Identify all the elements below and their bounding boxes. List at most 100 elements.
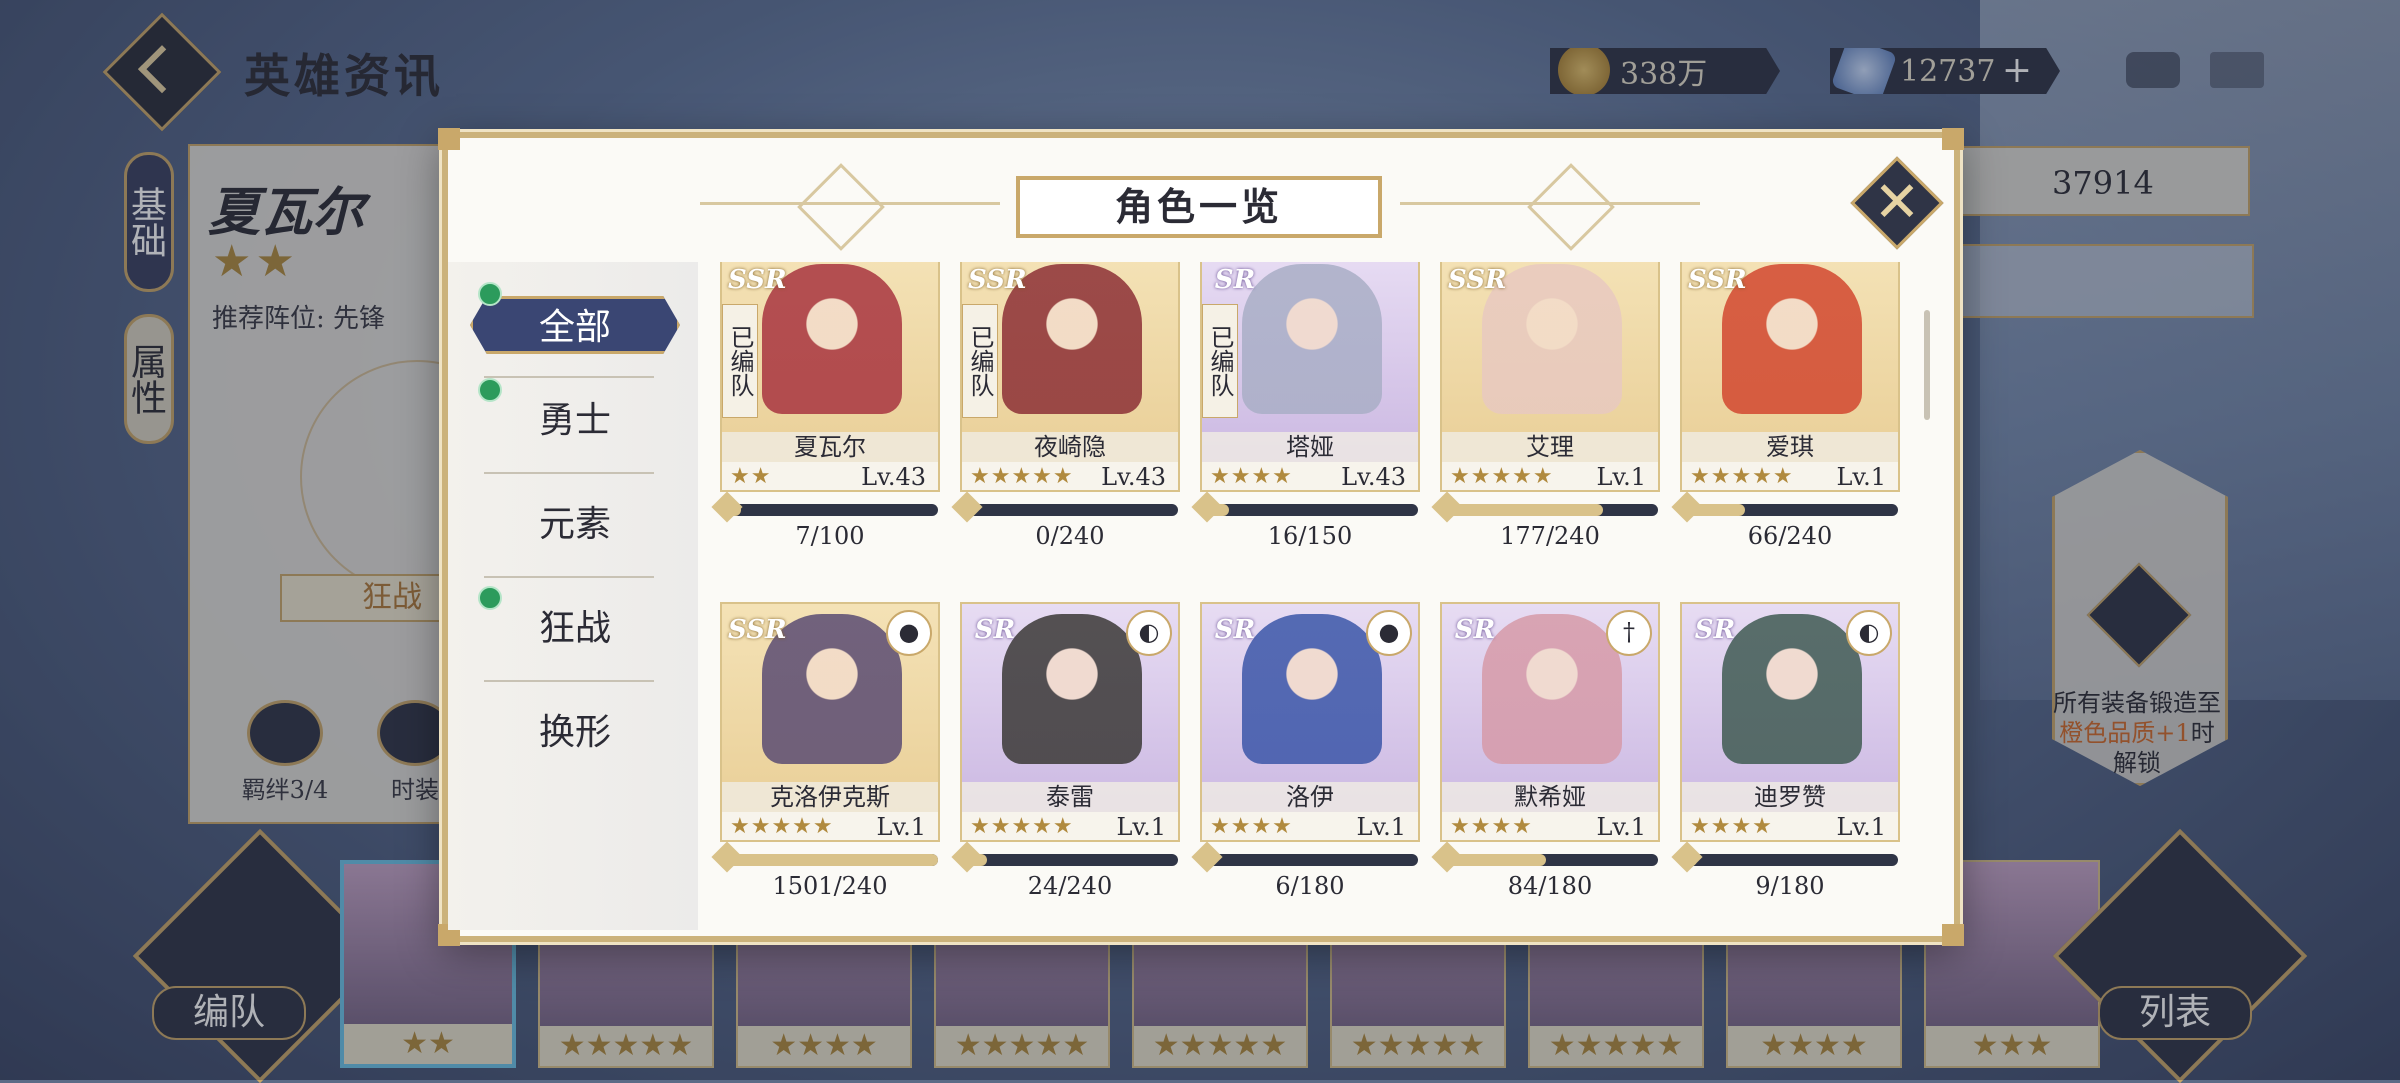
shard-progress-text: 1501/240 [772, 872, 888, 900]
assigned-badge: 已编队 [722, 304, 758, 418]
character-card[interactable]: SR ◐ 泰雷 ★★★★★ Lv.1 [960, 602, 1180, 842]
character-name: 默希娅 [1442, 782, 1658, 812]
shard-progress-text: 9/180 [1755, 872, 1825, 900]
character-portrait [1722, 614, 1862, 764]
character-portrait [1482, 614, 1622, 764]
assigned-badge: 已编队 [962, 304, 998, 418]
new-indicator-dot [478, 586, 502, 610]
shard-icon [1191, 841, 1223, 873]
shard-icon [1431, 491, 1463, 523]
element-icon: ● [1366, 610, 1412, 656]
rarity-badge: SSR [1688, 265, 1747, 295]
character-level: Lv.43 [861, 463, 926, 491]
character-grid: SSR 已编队 夏瓦尔 ★★ Lv.43 7/100 SSR 已编队 夜崎隐 ★★★★★ Lv.43… [708, 262, 1918, 930]
shard-icon [711, 491, 743, 523]
character-stars: ★★★★★ [970, 814, 1074, 839]
element-icon: † [1606, 610, 1652, 656]
character-card[interactable]: SR 已编队塔娅 ★★★★ Lv.43 [1200, 262, 1420, 492]
character-stars: ★★★★★ [970, 464, 1074, 489]
character-level: Lv.1 [1596, 463, 1646, 491]
rarity-badge: SR [1694, 615, 1736, 645]
character-stars: ★★★★ [1210, 814, 1293, 839]
character-info: ★★★★★ Lv.43 [962, 462, 1178, 491]
close-icon: ✕ [1873, 170, 1921, 235]
element-icon: ◐ [1126, 610, 1172, 656]
character-name: 艾理 [1442, 432, 1658, 462]
character-level: Lv.1 [1596, 813, 1646, 841]
character-card[interactable]: SSR 已编队 夜崎隐 ★★★★★ Lv.43 [960, 262, 1180, 492]
shard-progress-text: 66/240 [1747, 522, 1833, 550]
character-stars: ★★★★ [1450, 814, 1533, 839]
character-name: 爱琪 [1682, 432, 1898, 462]
character-card[interactable]: SSR 爱琪 ★★★★★ Lv.1 [1680, 262, 1900, 492]
filter-all[interactable]: 全部 [470, 296, 680, 354]
filter-item[interactable]: 元素 [470, 496, 680, 554]
element-icon: ● [886, 610, 932, 656]
rarity-badge: SSR [1448, 265, 1507, 295]
character-card[interactable]: SSR 艾理 ★★★★★ Lv.1 [1440, 262, 1660, 492]
filter-divider [484, 680, 654, 682]
shard-icon [1671, 491, 1703, 523]
character-info: ★★★★★ Lv.1 [1682, 462, 1898, 491]
character-card[interactable]: SSR ● 克洛伊克斯 ★★★★★ Lv.1 [720, 602, 940, 842]
shard-progress-bar [951, 491, 1178, 523]
shard-progress-bar [951, 841, 1178, 873]
shard-progress-text: 7/100 [795, 522, 865, 550]
corner-ornament [438, 128, 460, 150]
character-card[interactable]: SR † 默希娅 ★★★★ Lv.1 [1440, 602, 1660, 842]
character-info: ★★★★ Lv.1 [1442, 812, 1658, 841]
shard-progress-fill [726, 854, 938, 866]
filter-divider [484, 376, 654, 378]
rarity-badge: SR [1454, 615, 1496, 645]
character-card[interactable]: SR ● 洛伊 ★★★★ Lv.1 [1200, 602, 1420, 842]
filter-item[interactable]: 换形 [470, 704, 680, 762]
filter-divider [484, 472, 654, 474]
character-info: ★★★★ Lv.43 [1202, 462, 1418, 491]
character-level: Lv.1 [1836, 463, 1886, 491]
character-stars: ★★★★ [1690, 814, 1773, 839]
character-name: 克洛伊克斯 [722, 782, 938, 812]
rarity-badge: SR [1214, 265, 1256, 295]
character-stars: ★★★★★ [1690, 464, 1794, 489]
character-level: Lv.1 [1116, 813, 1166, 841]
character-name: 塔娅 [1202, 432, 1418, 462]
shard-progress-bar [1671, 841, 1898, 873]
filter-item[interactable]: 狂战 [470, 600, 680, 658]
rarity-badge: SSR [728, 615, 787, 645]
shard-progress-bar [1431, 841, 1658, 873]
rarity-badge: SSR [728, 265, 787, 295]
character-portrait [1242, 614, 1382, 764]
character-card[interactable]: SSR 已编队 夏瓦尔 ★★ Lv.43 [720, 262, 940, 492]
character-level: Lv.1 [876, 813, 926, 841]
character-portrait [1002, 614, 1142, 764]
shard-progress-text: 16/150 [1267, 522, 1353, 550]
shard-progress-text: 24/240 [1027, 872, 1113, 900]
modal-title: 角色一览 [1016, 176, 1382, 238]
corner-ornament [1942, 924, 1964, 946]
filter-item[interactable]: 勇士 [470, 392, 680, 450]
shard-progress-bar [711, 491, 938, 523]
shard-progress-text: 177/240 [1500, 522, 1600, 550]
assigned-badge: 已编队 [1202, 304, 1238, 418]
character-info: ★★★★★ Lv.1 [722, 812, 938, 841]
rarity-badge: SSR [968, 265, 1027, 295]
character-stars: ★★ [730, 464, 772, 489]
character-level: Lv.1 [1356, 813, 1406, 841]
character-portrait [1242, 264, 1382, 414]
filter-divider [484, 576, 654, 578]
shard-icon [951, 841, 983, 873]
character-level: Lv.43 [1341, 463, 1406, 491]
character-stars: ★★★★★ [730, 814, 834, 839]
character-card[interactable]: SR ◐ 迪罗赞 ★★★★ Lv.1 [1680, 602, 1900, 842]
grid-scrollbar[interactable] [1924, 310, 1930, 420]
shard-progress-bar [1431, 491, 1658, 523]
element-icon: ◐ [1846, 610, 1892, 656]
shard-icon [1431, 841, 1463, 873]
character-info: ★★★★★ Lv.1 [1442, 462, 1658, 491]
character-info: ★★★★★ Lv.1 [962, 812, 1178, 841]
shard-progress-text: 6/180 [1275, 872, 1345, 900]
character-level: Lv.43 [1101, 463, 1166, 491]
character-info: ★★★★ Lv.1 [1682, 812, 1898, 840]
character-stars: ★★★★ [1210, 464, 1293, 489]
character-name: 迪罗赞 [1682, 782, 1898, 812]
